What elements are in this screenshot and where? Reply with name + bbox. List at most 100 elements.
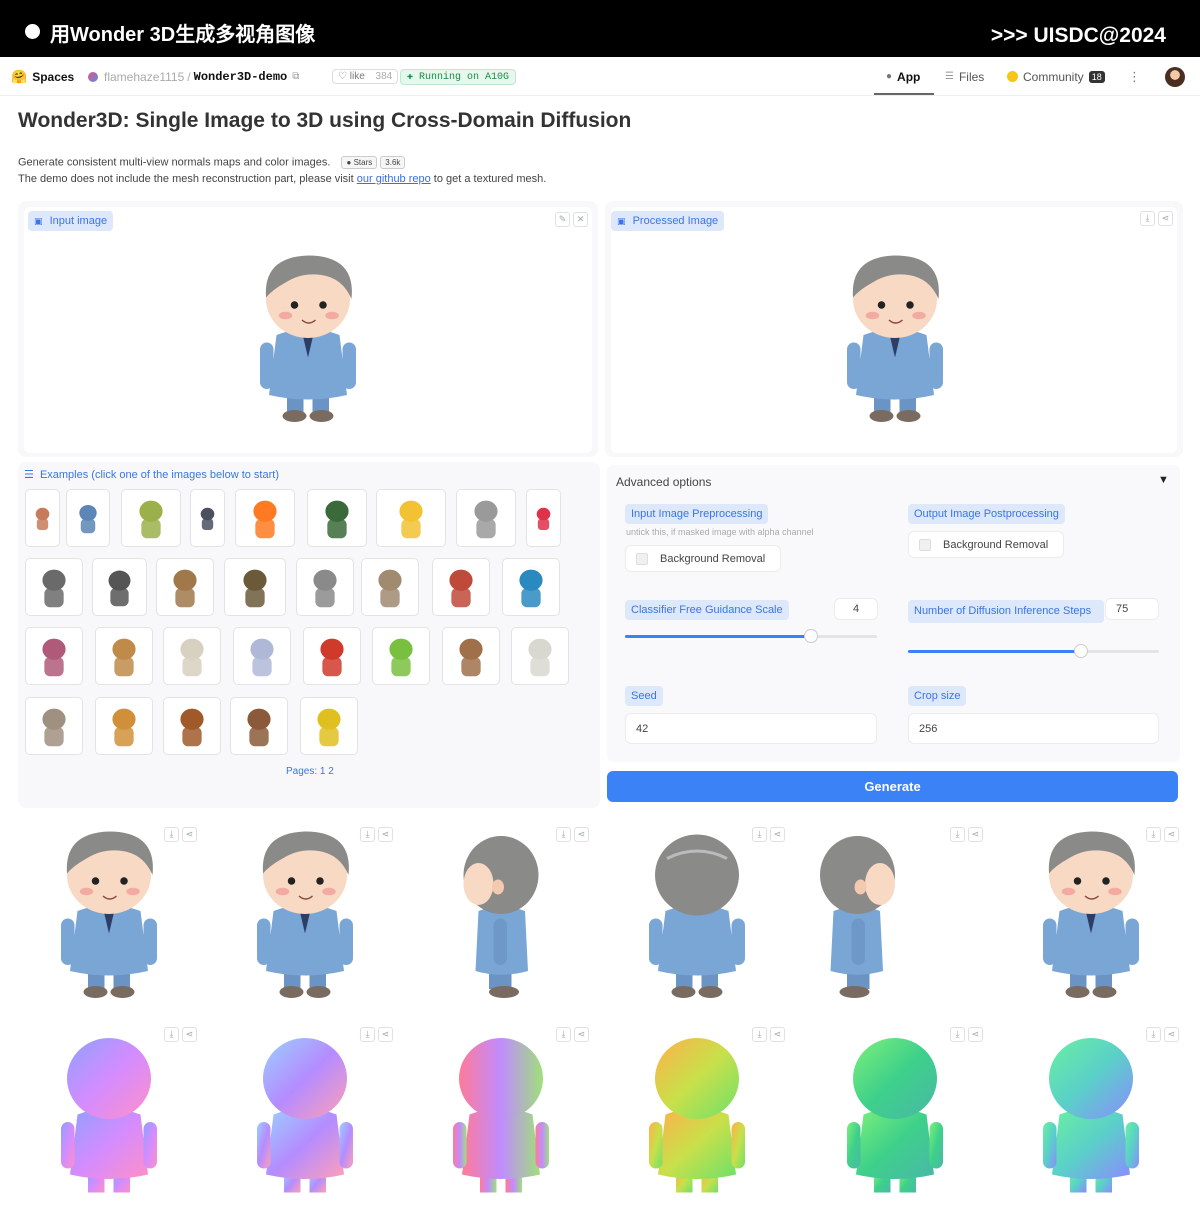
example-bread-basket[interactable] <box>95 627 153 685</box>
color-view-left: ⤓ ⋖ <box>800 817 986 1005</box>
download-icon[interactable]: ⤓ <box>556 1027 571 1042</box>
cfg-value-input[interactable]: 4 <box>834 598 878 620</box>
example-minion[interactable] <box>376 489 446 547</box>
color-view-image <box>800 817 986 1005</box>
example-fox-tpose[interactable] <box>95 697 153 755</box>
close-icon[interactable]: ✕ <box>573 212 588 227</box>
steps-value-input[interactable]: 75 <box>1105 598 1159 620</box>
download-icon[interactable]: ⤓ <box>556 827 571 842</box>
collapse-triangle-icon[interactable]: ▼ <box>1158 474 1169 486</box>
more-options-icon[interactable]: ⋮ <box>1128 57 1141 96</box>
example-thumbnail-image <box>112 638 136 677</box>
example-fox[interactable] <box>163 697 221 755</box>
color-view-image <box>602 817 788 1005</box>
example-camel[interactable] <box>156 558 214 616</box>
example-robot-toy[interactable] <box>25 697 83 755</box>
example-tiger-head[interactable] <box>456 489 516 547</box>
user-avatar[interactable] <box>1165 57 1185 96</box>
example-monkey[interactable] <box>442 627 500 685</box>
download-icon[interactable]: ⤓ <box>950 1027 965 1042</box>
download-icon[interactable]: ⤓ <box>360 1027 375 1042</box>
share-icon[interactable]: ⋖ <box>770 827 785 842</box>
checkbox-icon <box>636 552 648 565</box>
tab-community[interactable]: Community 18 <box>1007 57 1105 96</box>
example-groot[interactable] <box>230 697 288 755</box>
download-icon[interactable]: ⤓ <box>1146 1027 1161 1042</box>
download-icon[interactable]: ⤓ <box>1140 211 1155 226</box>
download-icon[interactable]: ⤓ <box>950 827 965 842</box>
example-elephant[interactable] <box>92 558 147 616</box>
example-teddy-bear[interactable] <box>432 558 490 616</box>
copy-icon[interactable]: ⧉ <box>292 71 299 82</box>
bg-removal-input-checkbox[interactable]: Background Removal <box>625 545 781 572</box>
example-rabbit[interactable] <box>361 558 419 616</box>
share-icon[interactable]: ⋖ <box>770 1027 785 1042</box>
tab-app[interactable]: ● App <box>886 57 920 96</box>
share-icon[interactable]: ⋖ <box>378 827 393 842</box>
share-icon[interactable]: ⋖ <box>1164 1027 1179 1042</box>
example-thumbnail-image <box>180 708 204 747</box>
example-armored-warrior[interactable] <box>190 489 225 547</box>
color-view-right: ⤓ ⋖ <box>406 817 592 1005</box>
example-kingfisher[interactable] <box>502 558 560 616</box>
steps-slider[interactable] <box>908 644 1159 658</box>
example-apple[interactable] <box>303 627 361 685</box>
color-view-image <box>996 817 1182 1005</box>
generate-button[interactable]: Generate <box>607 771 1178 802</box>
share-icon[interactable]: ⋖ <box>1164 827 1179 842</box>
app-icon: ● <box>886 71 893 82</box>
download-icon[interactable]: ⤓ <box>752 827 767 842</box>
example-cat-figure[interactable] <box>372 627 430 685</box>
download-icon[interactable]: ⤓ <box>360 827 375 842</box>
spaces-link[interactable]: 🤗 Spaces <box>11 57 74 96</box>
share-icon[interactable]: ⋖ <box>968 1027 983 1042</box>
example-tortoise[interactable] <box>224 558 286 616</box>
tab-files[interactable]: ☰ Files <box>945 57 984 96</box>
github-repo-link[interactable]: our github repo <box>357 173 431 185</box>
example-thumbnail-image <box>474 500 498 539</box>
examples-pagination[interactable]: Pages: 1 2 <box>286 766 334 777</box>
preprocessing-label: Input Image Preprocessing <box>625 504 769 524</box>
github-stars-badge[interactable]: ● Stars <box>341 156 378 169</box>
example-cat[interactable] <box>163 627 221 685</box>
example-avocado-chair[interactable] <box>121 489 181 547</box>
bg-removal-output-checkbox[interactable]: Background Removal <box>908 531 1064 558</box>
like-button[interactable]: ♡ like 384 <box>332 69 399 84</box>
download-icon[interactable]: ⤓ <box>752 1027 767 1042</box>
share-icon[interactable]: ⋖ <box>182 1027 197 1042</box>
download-icon[interactable]: ⤓ <box>164 1027 179 1042</box>
color-view-back: ⤓ ⋖ <box>602 817 788 1005</box>
download-icon[interactable]: ⤓ <box>1146 827 1161 842</box>
share-icon[interactable]: ⋖ <box>1158 211 1173 226</box>
example-spongebob[interactable] <box>300 697 358 755</box>
example-cartoon-cat[interactable] <box>233 627 291 685</box>
example-chimp-warrior[interactable] <box>307 489 367 547</box>
input-image-dropzone[interactable] <box>24 207 592 453</box>
example-firefox-logo[interactable] <box>235 489 295 547</box>
example-cat-shirt[interactable] <box>66 489 110 547</box>
color-view-image <box>14 817 200 1005</box>
advanced-options-title[interactable]: Advanced options <box>616 475 711 489</box>
cfg-slider[interactable] <box>625 629 877 643</box>
example-dog[interactable] <box>25 558 83 616</box>
example-powerpuff-girl[interactable] <box>526 489 561 547</box>
download-icon[interactable]: ⤓ <box>164 827 179 842</box>
example-koala[interactable] <box>296 558 354 616</box>
repo-link[interactable]: Wonder3D-demo <box>194 70 288 84</box>
owner-link[interactable]: flamehaze1115 <box>104 70 184 84</box>
share-icon[interactable]: ⋖ <box>574 1027 589 1042</box>
example-monkey-figure[interactable] <box>25 489 60 547</box>
share-icon[interactable]: ⋖ <box>574 827 589 842</box>
share-icon[interactable]: ⋖ <box>968 827 983 842</box>
tab-files-label: Files <box>958 69 985 84</box>
crop-size-input[interactable]: 256 <box>908 713 1159 744</box>
like-count: 384 <box>375 71 393 82</box>
postprocessing-label: Output Image Postprocessing <box>908 504 1065 524</box>
share-icon[interactable]: ⋖ <box>182 827 197 842</box>
example-treasure-chest[interactable] <box>25 627 83 685</box>
banner-title: 用Wonder 3D生成多视角图像 <box>50 24 316 46</box>
share-icon[interactable]: ⋖ <box>378 1027 393 1042</box>
edit-icon[interactable]: ✎ <box>555 212 570 227</box>
example-alpaca[interactable] <box>511 627 569 685</box>
seed-input[interactable]: 42 <box>625 713 877 744</box>
